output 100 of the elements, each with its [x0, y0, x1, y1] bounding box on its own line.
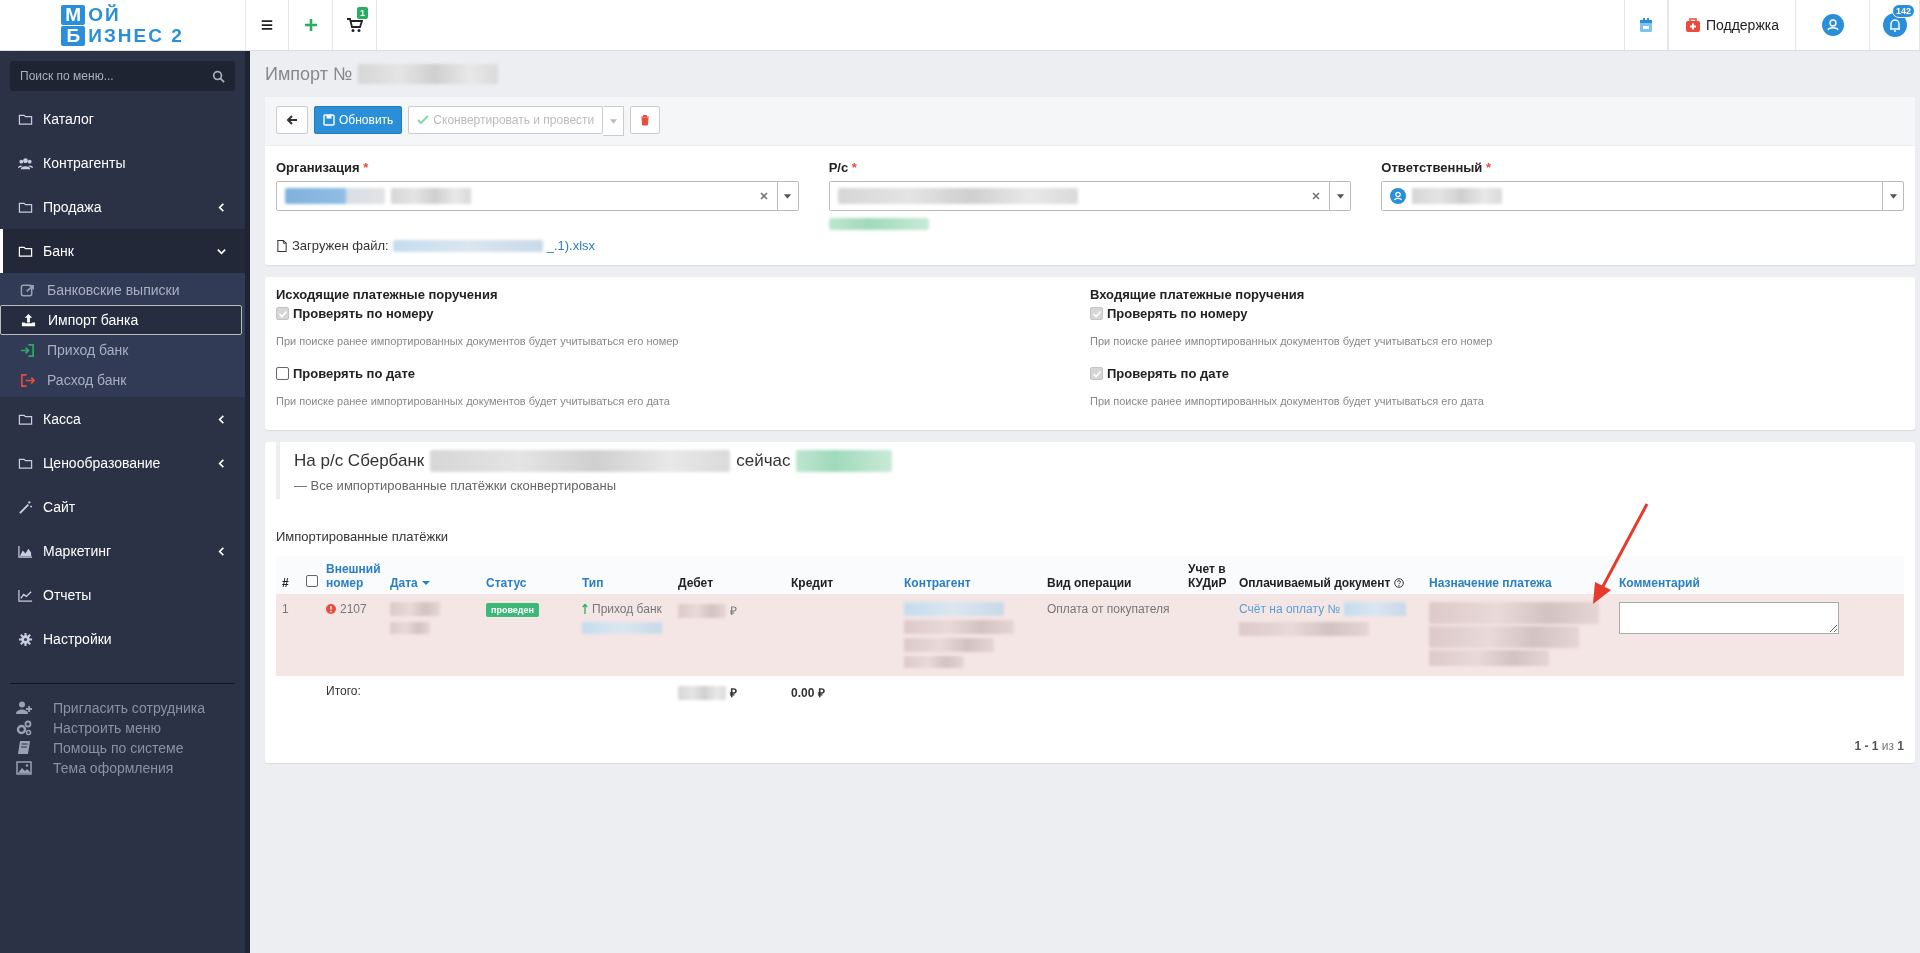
column-header-link[interactable]: Комментарий — [1619, 576, 1700, 590]
sidebar-item[interactable]: Касса — [0, 397, 245, 441]
user-plus-icon — [15, 700, 33, 716]
column-header-link[interactable]: Статус — [486, 576, 527, 590]
file-icon — [276, 238, 288, 253]
logo-initial: М — [61, 4, 86, 25]
notification-badge: 142 — [1891, 4, 1915, 18]
cart-badge: 1 — [357, 7, 368, 19]
sidebar-footer-link[interactable]: Тема оформления — [0, 758, 245, 778]
column-header-link[interactable]: Тип — [582, 576, 604, 590]
menu-icon — [260, 18, 274, 32]
column-header-link[interactable]: Дата — [390, 576, 430, 590]
field-label: Организация — [276, 160, 360, 175]
sidebar-item[interactable]: Продажа — [0, 185, 245, 229]
clear-icon — [758, 191, 769, 201]
sidebar-item[interactable]: Ценообразование — [0, 441, 245, 485]
redacted-block — [1344, 602, 1407, 616]
option-hint: При поиске ранее импортированных документов будет учитываться его номер — [276, 335, 680, 347]
column-header-link[interactable]: Контрагент — [904, 576, 971, 590]
sidebar-item[interactable]: Каталог — [0, 97, 245, 141]
check-icon — [417, 114, 430, 126]
sort-desc-icon — [421, 580, 430, 586]
menu-button[interactable] — [245, 0, 289, 50]
file-label: Загружен файл: — [292, 238, 389, 253]
column-header: Кредит — [791, 576, 834, 590]
account-summary: На р/с Сбербанк — [294, 451, 425, 471]
gears-icon — [15, 720, 33, 736]
save-icon — [323, 114, 335, 126]
column-header: Вид операции — [1047, 576, 1132, 590]
calendar-button[interactable] — [1623, 0, 1668, 50]
checkbox-option[interactable]: Проверять по дате — [276, 366, 1090, 381]
field-label: Р/с — [828, 160, 849, 175]
logo[interactable]: М Б ОЙ ИЗНЕС 2 — [0, 0, 245, 50]
sidebar-item[interactable]: Банк — [0, 229, 245, 273]
check-icon — [1091, 308, 1102, 319]
sidebar-item[interactable]: Настройки — [0, 617, 245, 661]
sidebar-footer-link[interactable]: Помощь по системе — [0, 738, 245, 758]
image-icon — [15, 760, 33, 776]
table-title: Импортированные платёжки — [276, 529, 449, 544]
caret-down-icon — [608, 117, 618, 125]
line-chart-icon — [18, 587, 33, 603]
sidebar-subitem[interactable]: Банковские выписки — [0, 275, 245, 305]
back-button[interactable] — [276, 106, 308, 134]
select-field[interactable] — [276, 181, 799, 211]
arrow-left-icon — [285, 113, 299, 127]
menu-search-field[interactable]: Поиск по меню... — [10, 61, 235, 91]
sidebar-subitem[interactable]: Приход банк — [0, 335, 245, 365]
sidebar-item[interactable]: Маркетинг — [0, 529, 245, 573]
required-mark: * — [1485, 160, 1491, 175]
select-field[interactable] — [828, 181, 1352, 211]
sidebar-item[interactable]: Сайт — [0, 485, 245, 529]
chevron-left-icon — [216, 457, 227, 469]
user-icon — [1390, 188, 1407, 204]
file-link[interactable]: _.1).xlsx — [546, 238, 596, 253]
sidebar-item[interactable]: Контрагенты — [0, 141, 245, 185]
sidebar-footer-link[interactable]: Пригласить сотрудника — [0, 698, 245, 718]
select-all-checkbox[interactable] — [306, 575, 318, 587]
option-hint: При поиске ранее импортированных документов будет учитываться его дата — [276, 395, 671, 407]
select-field[interactable] — [1381, 181, 1904, 211]
sidebar-subitem[interactable]: Расход банк — [0, 365, 245, 395]
comment-field[interactable] — [1619, 602, 1839, 634]
table-cell: Оплата от покупателя — [1047, 602, 1170, 616]
chevron-left-icon — [216, 545, 227, 557]
support-button[interactable]: Поддержка — [1667, 0, 1796, 50]
account-summary: сейчас — [736, 451, 791, 471]
required-mark: * — [851, 160, 857, 175]
users-icon — [18, 155, 33, 171]
arrow-up-icon — [582, 603, 588, 615]
clear-icon — [1311, 191, 1322, 201]
book-icon — [15, 740, 33, 756]
warning-icon — [326, 604, 336, 614]
field-label: Ответственный — [1381, 160, 1483, 175]
checkbox[interactable] — [276, 367, 289, 380]
pagination-info: 1 - 1 из 1 — [1854, 738, 1904, 753]
check-icon — [277, 308, 288, 319]
table-cell: 1 — [282, 602, 289, 616]
column-header: Учет в КУДиР — [1188, 562, 1227, 590]
caret-down-icon — [783, 192, 793, 200]
dropdown-button[interactable] — [603, 106, 625, 136]
currency-sign: ₽ — [730, 603, 737, 619]
calendar-icon — [1637, 17, 1654, 33]
refresh-button[interactable]: Обновить — [314, 106, 403, 134]
required-mark: * — [363, 160, 369, 175]
summary-note: — Все импортированные платёжки сконвертированы — [294, 478, 618, 493]
caret-down-icon — [1888, 192, 1898, 200]
delete-button[interactable] — [630, 106, 661, 134]
plus-icon — [303, 18, 318, 32]
column-header: Оплачиваемый документ — [1239, 576, 1405, 590]
redacted-block — [390, 622, 430, 634]
sidebar-footer-link[interactable]: Настроить меню — [0, 718, 245, 738]
help-icon — [1394, 578, 1405, 588]
trash-icon — [639, 114, 652, 126]
sidebar-subitem[interactable]: Импорт банка — [0, 305, 242, 335]
section-title: Исходящие платежные поручения — [276, 287, 499, 302]
upload-icon — [21, 312, 36, 328]
logo-text: ИЗНЕС 2 — [88, 25, 184, 46]
check-icon — [1091, 368, 1102, 379]
sidebar-item[interactable]: Отчеты — [0, 573, 245, 617]
chevron-left-icon — [216, 201, 227, 213]
section-title: Входящие платежные поручения — [1090, 287, 1306, 302]
